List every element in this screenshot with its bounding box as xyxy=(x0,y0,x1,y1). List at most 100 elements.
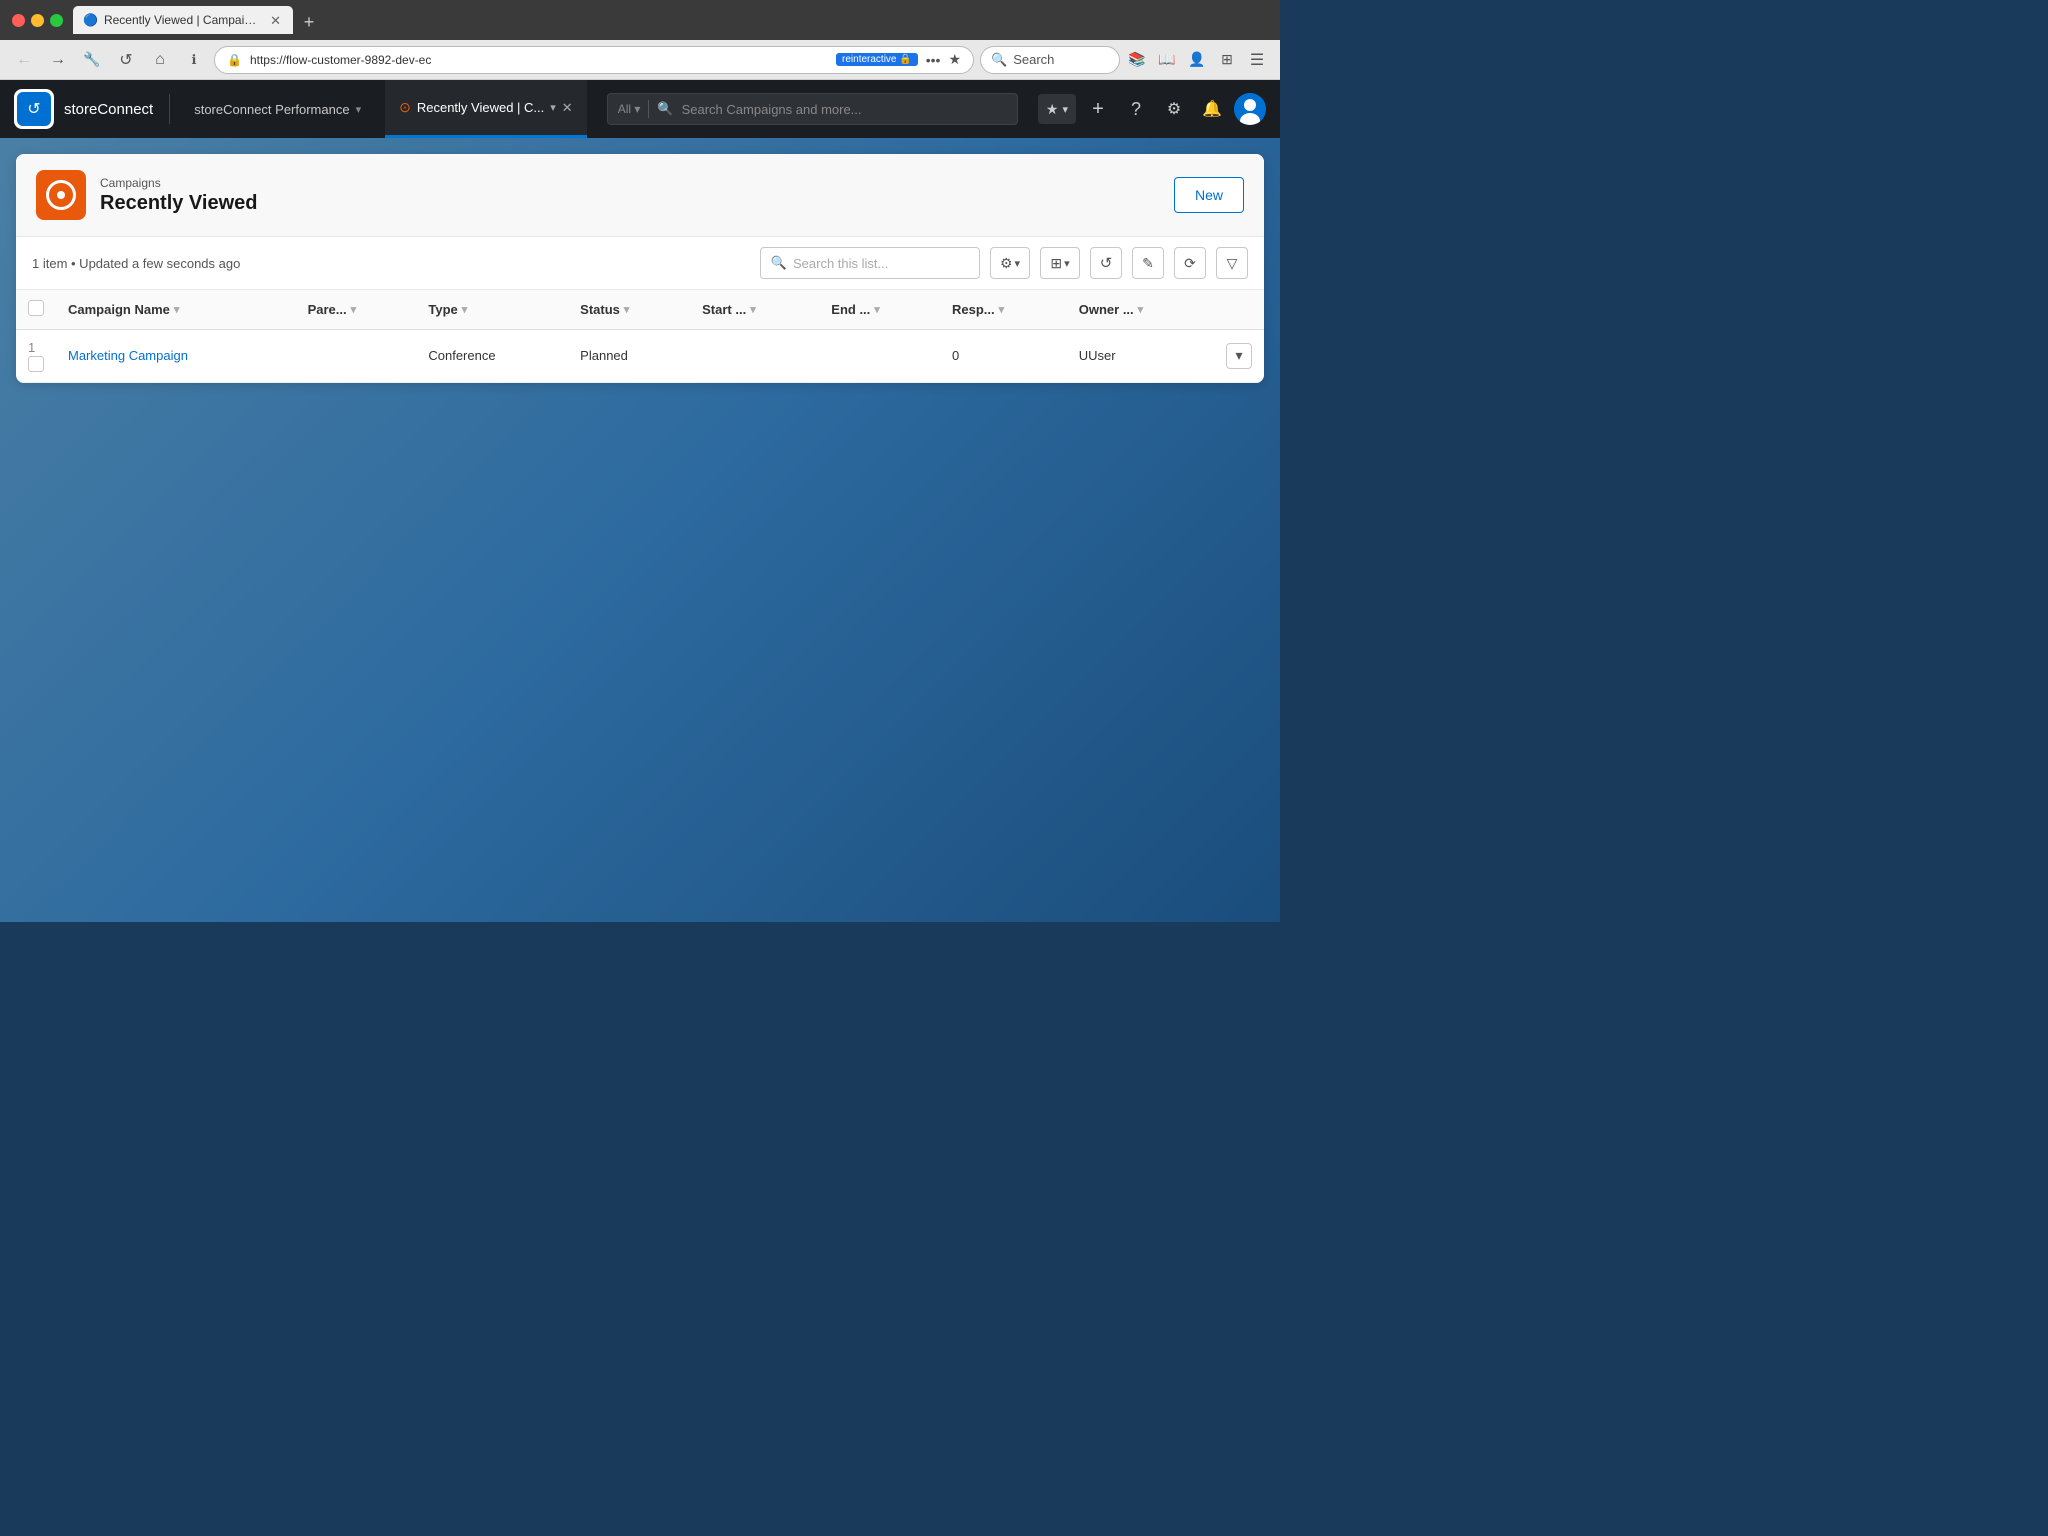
sort-icon: ▾ xyxy=(351,303,357,316)
page-title: Recently Viewed xyxy=(100,192,1160,215)
back-icon: ← xyxy=(16,51,32,69)
row-actions-button[interactable]: ▾ xyxy=(1226,343,1252,369)
col-header-start[interactable]: Start ... ▾ xyxy=(690,290,819,330)
browser-search[interactable]: 🔍 Search xyxy=(980,46,1120,74)
refresh-button[interactable]: ↺ xyxy=(1090,247,1122,279)
bookmarks-icon[interactable]: 📚 xyxy=(1124,47,1150,73)
tab-favicon: 🔵 xyxy=(83,13,98,27)
sf-search-bar[interactable]: All ▾ 🔍 xyxy=(607,93,1018,125)
close-button[interactable] xyxy=(12,14,25,27)
gear-icon: ⚙ xyxy=(1000,255,1013,272)
sort-icon: ▾ xyxy=(874,303,880,316)
star-icon: ★ xyxy=(1046,101,1059,118)
setup-icon[interactable]: ⚙ xyxy=(1158,93,1190,125)
edit-button[interactable]: ✎ xyxy=(1132,247,1164,279)
app-name: storeConnect xyxy=(64,101,153,118)
sync-button[interactable]: ⟳ xyxy=(1174,247,1206,279)
sort-icon: ▾ xyxy=(624,303,630,316)
nav-tab-recently-viewed[interactable]: ⊙ Recently Viewed | C... ▾ ✕ xyxy=(385,80,587,138)
breadcrumb: Campaigns xyxy=(100,176,1160,190)
col-header-resp[interactable]: Resp... ▾ xyxy=(940,290,1067,330)
sf-logo[interactable]: ↺ xyxy=(14,89,54,129)
new-button[interactable]: New xyxy=(1174,177,1244,213)
user-avatar[interactable] xyxy=(1234,93,1266,125)
sort-icon: ▾ xyxy=(1138,303,1144,316)
info-button[interactable]: ℹ xyxy=(180,46,208,74)
campaign-name-cell[interactable]: Marketing Campaign xyxy=(56,330,296,383)
col-header-parent[interactable]: Pare... ▾ xyxy=(296,290,417,330)
row-checkbox[interactable] xyxy=(28,356,44,372)
row-actions-cell[interactable]: ▾ xyxy=(1214,330,1264,383)
view-options-button[interactable]: ⊞ ▾ xyxy=(1040,247,1080,279)
row-actions-header xyxy=(1214,290,1264,330)
chevron-down-icon: ▾ xyxy=(1062,103,1068,116)
col-header-status[interactable]: Status ▾ xyxy=(568,290,690,330)
filter-icon: ▽ xyxy=(1227,255,1238,272)
chevron-down-icon: ▾ xyxy=(1015,257,1021,270)
help-icon[interactable]: ? xyxy=(1120,93,1152,125)
sf-search-icon: 🔍 xyxy=(657,101,673,117)
tools-button[interactable]: 🔧 xyxy=(78,46,106,74)
nav-tab-storeconnect[interactable]: storeConnect Performance ▾ xyxy=(180,80,375,138)
maximize-button[interactable] xyxy=(50,14,63,27)
sf-search-dropdown-all[interactable]: All ▾ xyxy=(618,102,641,116)
sf-search-input[interactable] xyxy=(682,102,1007,117)
star-icon[interactable]: ★ xyxy=(948,51,961,68)
table-icon: ⊞ xyxy=(1050,255,1062,272)
card-header: Campaigns Recently Viewed New xyxy=(16,154,1264,237)
sort-icon: ▾ xyxy=(462,303,468,316)
forward-button[interactable]: → xyxy=(44,46,72,74)
tab-title: Recently Viewed | Campaigns | xyxy=(104,13,258,27)
reload-button[interactable]: ↺ xyxy=(112,46,140,74)
minimize-button[interactable] xyxy=(31,14,44,27)
home-button[interactable]: ⌂ xyxy=(146,46,174,74)
col-header-type[interactable]: Type ▾ xyxy=(416,290,568,330)
filter-button[interactable]: ▽ xyxy=(1216,247,1248,279)
plus-icon: + xyxy=(304,12,315,33)
menu-icon[interactable]: ☰ xyxy=(1244,47,1270,73)
col-header-end[interactable]: End ... ▾ xyxy=(819,290,940,330)
lock-icon: 🔒 xyxy=(227,53,242,67)
chevron-down-icon: ▾ xyxy=(1064,257,1070,270)
row-num-cell: 1 xyxy=(16,330,56,383)
browser-tab-active[interactable]: 🔵 Recently Viewed | Campaigns | ✕ xyxy=(73,6,293,34)
add-icon[interactable]: + xyxy=(1082,93,1114,125)
favorites-button[interactable]: ★ ▾ xyxy=(1038,94,1076,124)
list-search[interactable]: 🔍 xyxy=(760,247,980,279)
nav-tab-storeconnect-chevron[interactable]: ▾ xyxy=(356,103,362,116)
forward-icon: → xyxy=(50,51,66,69)
sort-icon: ▾ xyxy=(750,303,756,316)
tab-close-icon[interactable]: ✕ xyxy=(268,12,283,29)
select-all-checkbox[interactable] xyxy=(28,300,44,316)
tools-icon: 🔧 xyxy=(83,51,100,68)
logo-icon: ↺ xyxy=(27,99,40,119)
list-info: 1 item • Updated a few seconds ago xyxy=(32,256,750,271)
url-text[interactable]: https://flow-customer-9892-dev-ec xyxy=(250,53,828,67)
col-header-owner[interactable]: Owner ... ▾ xyxy=(1067,290,1214,330)
list-search-input[interactable] xyxy=(793,256,969,271)
avatar-image xyxy=(1234,93,1266,125)
status-cell: Planned xyxy=(568,330,690,383)
more-icon[interactable]: ••• xyxy=(926,52,941,68)
back-button[interactable]: ← xyxy=(10,46,38,74)
sort-icon: ▾ xyxy=(999,303,1005,316)
bell-icon[interactable]: 🔔 xyxy=(1196,93,1228,125)
parent-cell xyxy=(296,330,417,383)
col-header-name[interactable]: Campaign Name ▾ xyxy=(56,290,296,330)
nav-tab-recently-viewed-close[interactable]: ✕ xyxy=(562,100,573,116)
resp-cell: 0 xyxy=(940,330,1067,383)
sync-icon: ⟳ xyxy=(1184,255,1196,272)
nav-tab-recently-viewed-chevron[interactable]: ▾ xyxy=(550,101,556,114)
table-row: 1 Marketing Campaign Conference xyxy=(16,330,1264,383)
select-all-header xyxy=(16,290,56,330)
home-icon: ⌂ xyxy=(155,51,165,69)
new-tab-button[interactable]: + xyxy=(297,10,321,34)
nav-tab-storeconnect-label: storeConnect Performance xyxy=(194,102,349,117)
profile-icon[interactable]: 👤 xyxy=(1184,47,1210,73)
reader-icon[interactable]: 📖 xyxy=(1154,47,1180,73)
card-title-area: Campaigns Recently Viewed xyxy=(100,176,1160,215)
search-label: Search xyxy=(1013,52,1054,67)
settings-button[interactable]: ⚙ ▾ xyxy=(990,247,1030,279)
extensions-icon[interactable]: ⊞ xyxy=(1214,47,1240,73)
sort-icon: ▾ xyxy=(174,303,180,316)
